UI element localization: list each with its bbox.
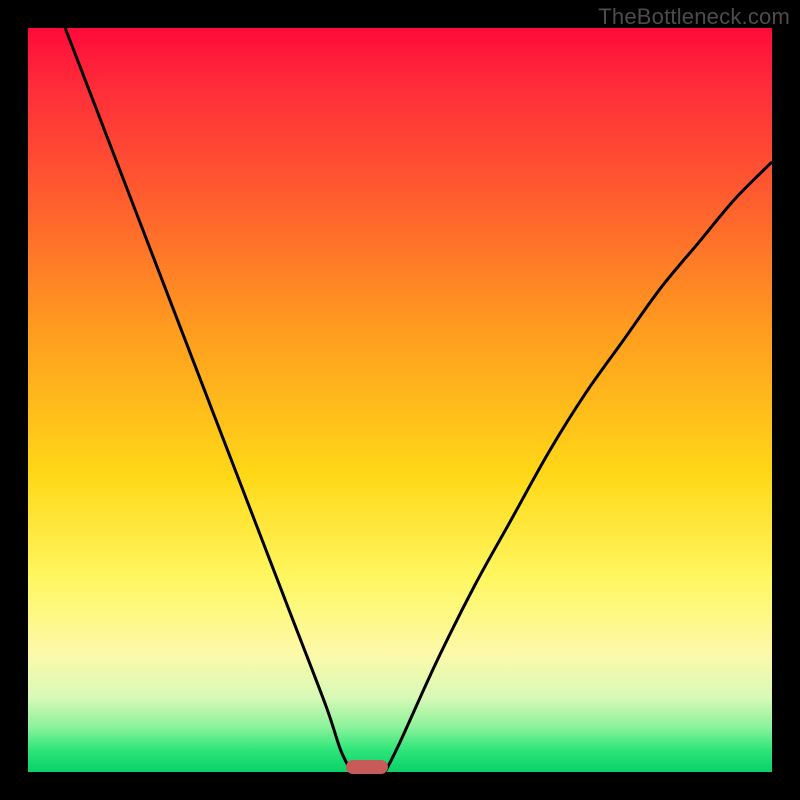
watermark-text: TheBottleneck.com (598, 4, 790, 30)
left-branch-curve (65, 28, 351, 772)
plot-area (28, 28, 772, 772)
curve-layer (28, 28, 772, 772)
right-branch-curve (385, 162, 772, 772)
bottleneck-marker (346, 760, 388, 774)
chart-frame: TheBottleneck.com (0, 0, 800, 800)
